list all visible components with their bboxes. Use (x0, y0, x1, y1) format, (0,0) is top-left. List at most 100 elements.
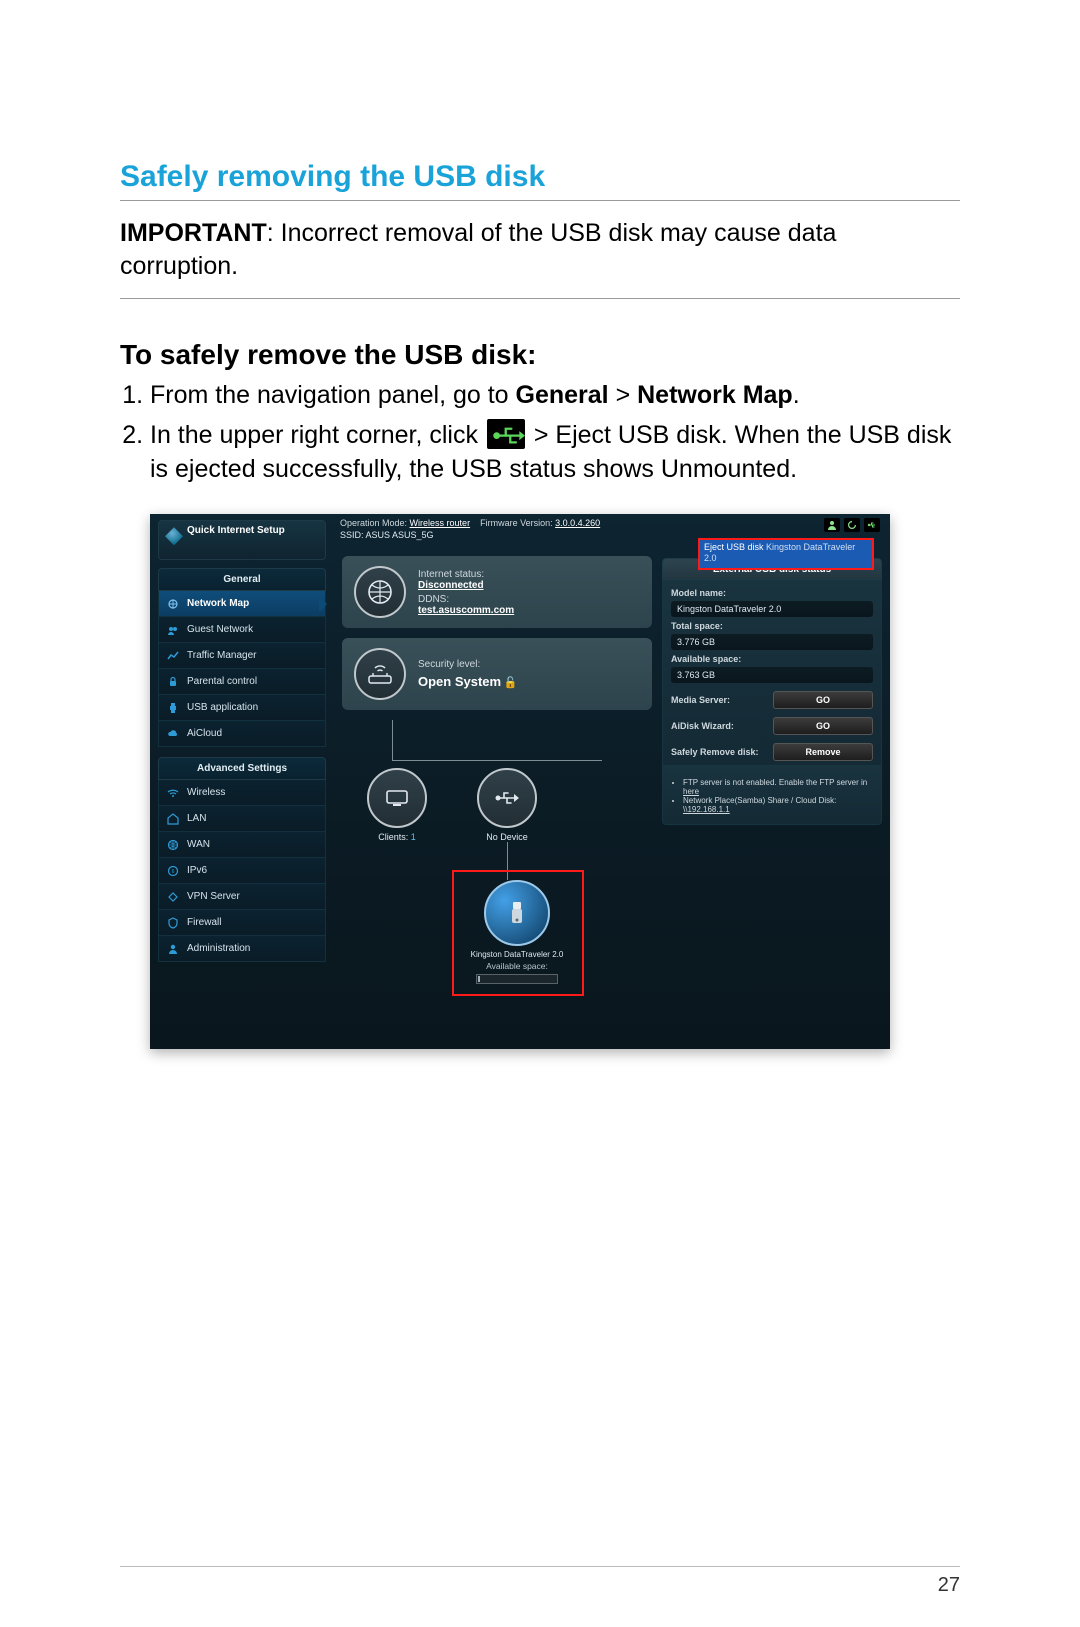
nav-heading-advanced: Advanced Settings (158, 757, 326, 780)
ssid-value[interactable]: ASUS ASUS_5G (366, 530, 434, 540)
eject-usb-popup[interactable]: Eject USB disk Kingston DataTraveler 2.0 (698, 538, 874, 570)
aicloud-icon (165, 726, 181, 742)
router-ui-screenshot: Operation Mode: Wireless router Firmware… (150, 514, 890, 1049)
sidebar-label: Network Map (187, 598, 249, 609)
ddns-value: test.asuscomm.com (418, 605, 514, 616)
sidebar-label: VPN Server (187, 891, 240, 902)
no-device-label: No Device (467, 832, 547, 842)
sidebar-label: WAN (187, 839, 210, 850)
sidebar-item-wireless[interactable]: Wireless (158, 780, 326, 806)
usb-port-1-tile[interactable]: No Device (467, 768, 547, 842)
safely-remove-label: Safely Remove disk: (671, 747, 759, 757)
quick-internet-setup[interactable]: Quick Internet Setup (158, 520, 326, 560)
sidebar-label: LAN (187, 813, 206, 824)
avail-space-value: 3.763 GB (671, 667, 873, 683)
sidebar-item-administration[interactable]: Administration (158, 936, 326, 962)
step-1-sep: > (609, 381, 638, 409)
sidebar-item-firewall[interactable]: Firewall (158, 910, 326, 936)
step-2-text-a: In the upper right corner, click (150, 421, 485, 449)
sidebar-item-usb-application[interactable]: USB application (158, 695, 326, 721)
step-1-text-c: . (793, 381, 800, 409)
sidebar: Quick Internet Setup General Network Map… (158, 520, 326, 1043)
ftp-enable-link[interactable]: here (683, 787, 699, 796)
user-icon[interactable] (824, 518, 840, 532)
sidebar-item-wan[interactable]: WAN (158, 832, 326, 858)
usb-eject-icon[interactable] (864, 518, 880, 532)
step-1-text-a: From the navigation panel, go to (150, 381, 516, 409)
nav-heading-general: General (158, 568, 326, 591)
wireless-icon (165, 785, 181, 801)
clients-value: 1 (411, 832, 416, 842)
network-map-center: Internet status: Disconnected DDNS: test… (342, 556, 652, 1000)
sidebar-item-ipv6[interactable]: 6 IPv6 (158, 858, 326, 884)
security-label: Security level: (418, 659, 480, 670)
security-value: Open System (418, 674, 501, 689)
usb-icon (487, 419, 525, 449)
usb-panel-notes: FTP server is not enabled. Enable the FT… (671, 778, 873, 814)
svg-text:6: 6 (172, 869, 175, 875)
aidisk-wizard-label: AiDisk Wizard: (671, 721, 734, 731)
usb-status-panel: Eject USB disk Kingston DataTraveler 2.0… (662, 558, 882, 825)
opmode-label: Operation Mode: (340, 518, 410, 528)
inet-status-value: Disconnected (418, 580, 484, 591)
media-server-label: Media Server: (671, 695, 730, 705)
aidisk-wizard-go-button[interactable]: GO (773, 717, 873, 735)
fw-value[interactable]: 3.0.0.4.260 (555, 518, 600, 528)
router-icon (354, 648, 406, 700)
clients-label: Clients: (378, 832, 408, 842)
security-level-box[interactable]: Security level: Open System 🔓 (342, 638, 652, 710)
sidebar-item-vpn-server[interactable]: VPN Server (158, 884, 326, 910)
firewall-icon (165, 915, 181, 931)
globe-icon (354, 566, 406, 618)
internet-status-box[interactable]: Internet status: Disconnected DDNS: test… (342, 556, 652, 628)
important-label: IMPORTANT (120, 219, 267, 247)
usb-disk-name: Kingston DataTraveler 2.0 (462, 950, 572, 959)
model-name-label: Model name: (671, 588, 873, 598)
lan-icon (165, 811, 181, 827)
available-space-bar (476, 974, 558, 984)
ddns-label: DDNS: (418, 594, 449, 605)
subsection-heading: To safely remove the USB disk: (120, 339, 960, 371)
unlock-icon: 🔓 (504, 677, 518, 689)
page-footer-rule (120, 1566, 960, 1567)
clients-tile[interactable]: Clients: 1 (357, 768, 437, 842)
remove-button[interactable]: Remove (773, 743, 873, 761)
usb-application-icon (165, 700, 181, 716)
samba-note-text: Network Place(Samba) Share / Cloud Disk: (683, 796, 836, 805)
wan-icon (165, 837, 181, 853)
ipv6-icon: 6 (165, 863, 181, 879)
usb-disk-tile[interactable]: Kingston DataTraveler 2.0 Available spac… (462, 880, 572, 984)
media-server-go-button[interactable]: GO (773, 691, 873, 709)
sidebar-label: USB application (187, 702, 258, 713)
reboot-icon[interactable] (844, 518, 860, 532)
administration-icon (165, 941, 181, 957)
fw-label: Firmware Version: (480, 518, 555, 528)
guest-network-icon (165, 622, 181, 638)
opmode-value[interactable]: Wireless router (410, 518, 471, 528)
network-map-icon (165, 596, 181, 612)
sidebar-label: Wireless (187, 787, 225, 798)
sidebar-item-guest-network[interactable]: Guest Network (158, 617, 326, 643)
usb-port-icon (477, 768, 537, 828)
sidebar-item-lan[interactable]: LAN (158, 806, 326, 832)
important-callout: IMPORTANT: Incorrect removal of the USB … (120, 211, 960, 299)
sidebar-label: Firewall (187, 917, 221, 928)
ssid-label: SSID: (340, 530, 366, 540)
total-space-value: 3.776 GB (671, 634, 873, 650)
sidebar-item-traffic-manager[interactable]: Traffic Manager (158, 643, 326, 669)
inet-status-label: Internet status: (418, 569, 484, 580)
sidebar-item-aicloud[interactable]: AiCloud (158, 721, 326, 747)
parental-control-icon (165, 674, 181, 690)
step-1-bold-1: General (516, 381, 609, 409)
avail-space-label: Available space: (671, 654, 873, 664)
total-space-label: Total space: (671, 621, 873, 631)
samba-path-link[interactable]: \\192.168.1.1 (683, 805, 730, 814)
page-number: 27 (938, 1574, 960, 1597)
sidebar-item-network-map[interactable]: Network Map (158, 591, 326, 617)
section-title: Safely removing the USB disk (120, 160, 960, 201)
sidebar-label: IPv6 (187, 865, 207, 876)
traffic-manager-icon (165, 648, 181, 664)
sidebar-label: Administration (187, 943, 250, 954)
sidebar-label: Parental control (187, 676, 257, 687)
sidebar-item-parental-control[interactable]: Parental control (158, 669, 326, 695)
